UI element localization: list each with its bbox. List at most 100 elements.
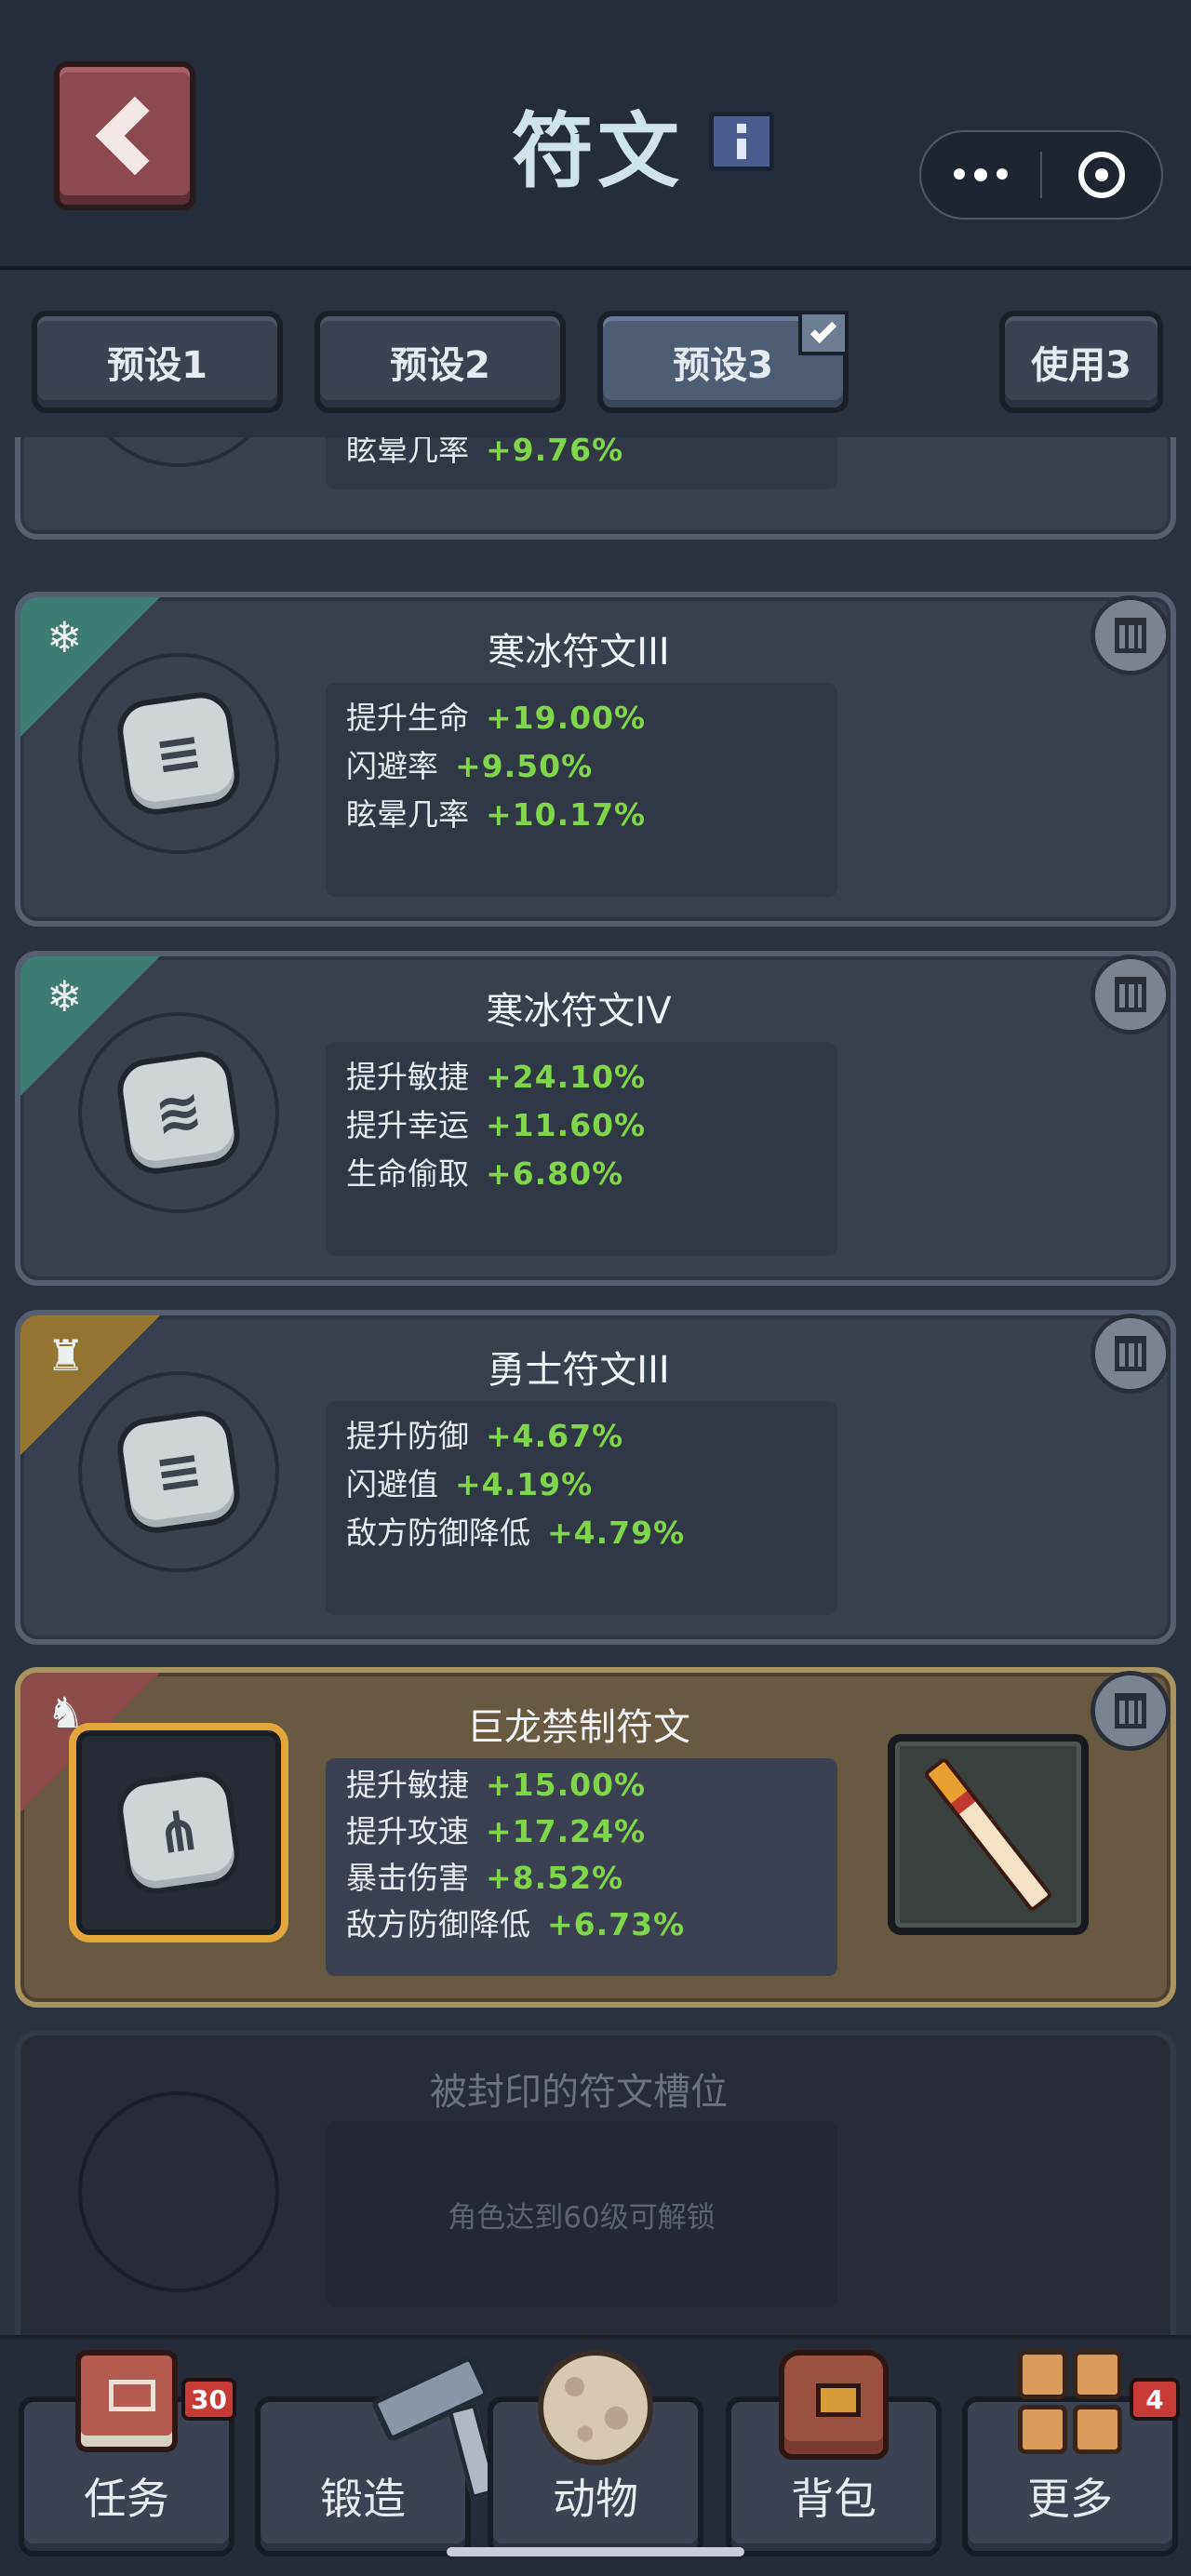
rune-card[interactable]: ❄ ≡ 寒冰符文III 提升生命 +19.00% 闪避率 +9.50% 眩晕几率 +1… — [15, 592, 1176, 927]
stat-row: 闪避率 +9.50% — [346, 742, 817, 791]
snowflake-icon: ❄ — [47, 612, 83, 662]
quest-book-icon — [75, 2350, 178, 2452]
nav-item-forge[interactable]: 锻造 — [255, 2354, 491, 2556]
tab-preset-3[interactable]: 预设3 — [597, 311, 849, 413]
tab-label: 预设3 — [673, 344, 773, 387]
back-button[interactable] — [54, 61, 195, 210]
stat-label: 提升敏捷 — [346, 1767, 469, 1803]
stat-label: 提升幸运 — [346, 1107, 469, 1143]
nav-item-more[interactable]: 4 更多 — [962, 2350, 1180, 2556]
stat-label: 暴击伤害 — [346, 1860, 469, 1896]
snowflake-icon: ❄ — [47, 971, 83, 1021]
stat-label: 敌方防御降低 — [346, 1906, 530, 1942]
trash-button[interactable] — [1091, 1671, 1171, 1751]
stat-row: 提升攻速 +17.24% — [346, 1809, 817, 1855]
tab-preset-2[interactable]: 预设2 — [314, 311, 566, 413]
stat-value: +6.80% — [486, 1155, 624, 1192]
sealed-rune-slot: 被封印的符文槽位 角色达到60级可解锁 — [15, 2030, 1176, 2335]
nav-label: 更多 — [1027, 2474, 1113, 2524]
rune-slot[interactable]: ≡ — [78, 1371, 279, 1572]
chevron-left-icon — [95, 96, 175, 176]
stat-label: 提升生命 — [346, 700, 469, 736]
stat-value: +15.00% — [486, 1767, 647, 1803]
stat-label: 眩晕几率 — [346, 796, 469, 833]
close-target-icon[interactable] — [1042, 152, 1161, 198]
stat-row: 敌方防御降低 +4.79% — [346, 1509, 817, 1557]
nav-item-backpack[interactable]: 背包 — [726, 2350, 942, 2556]
rune-list[interactable]: 眩晕几率 +9.76% ❄ ≡ 寒冰符文III 提升生命 +19.00% 闪避率 +9… — [0, 437, 1191, 2335]
trash-icon — [1115, 618, 1146, 653]
rune-card[interactable]: ♜ ≡ 勇士符文III 提升防御 +4.67% 闪避值 +4.19% 敌方防御降低 +… — [15, 1310, 1176, 1645]
stat-value: +6.73% — [547, 1906, 686, 1942]
notification-badge: 4 — [1130, 2378, 1180, 2421]
stat-value: +11.60% — [486, 1107, 647, 1143]
tab-label: 预设1 — [107, 344, 207, 387]
use-preset-label: 使用3 — [1031, 344, 1131, 387]
notification-badge: 30 — [181, 2378, 236, 2421]
stat-row: 提升敏捷 +24.10% — [346, 1053, 817, 1101]
stat-row: 提升敏捷 +15.00% — [346, 1762, 817, 1809]
trash-button[interactable] — [1091, 595, 1171, 675]
nav-label: 锻造 — [320, 2474, 406, 2524]
rune-stats: 提升防御 +4.67% 闪避值 +4.19% 敌方防御降低 +4.79% — [326, 1401, 837, 1615]
rune-stone-icon: ≋ — [113, 1047, 245, 1179]
unlock-hint-box: 角色达到60级可解锁 — [326, 2121, 837, 2307]
rune-title: 巨龙禁制符文 — [467, 1706, 690, 1749]
stat-label: 闪避值 — [346, 1466, 438, 1502]
tab-preset-1[interactable]: 预设1 — [32, 311, 283, 413]
rune-slot[interactable]: ≡ — [78, 653, 279, 854]
trash-button[interactable] — [1091, 954, 1171, 1034]
more-options-icon[interactable] — [921, 168, 1040, 181]
trash-icon — [1115, 1693, 1146, 1728]
tab-label: 预设2 — [390, 344, 490, 387]
trash-icon — [1115, 977, 1146, 1012]
use-preset-button[interactable]: 使用3 — [999, 311, 1163, 413]
stat-value: +9.50% — [455, 748, 594, 784]
rune-stone-icon: ≡ — [113, 687, 245, 820]
stat-value: +9.76% — [486, 437, 624, 468]
stat-label: 生命偷取 — [346, 1155, 469, 1192]
stat-value: +10.17% — [486, 796, 647, 833]
unlock-hint: 角色达到60级可解锁 — [448, 2200, 716, 2235]
rune-stats: 提升敏捷 +15.00% 提升攻速 +17.24% 暴击伤害 +8.52% 敌方防御降… — [326, 1758, 837, 1976]
info-icon[interactable] — [709, 112, 774, 171]
stat-row: 敌方防御降低 +6.73% — [346, 1902, 817, 1948]
stat-value: +8.52% — [486, 1860, 624, 1896]
stat-row: 提升幸运 +11.60% — [346, 1101, 817, 1150]
rune-card[interactable]: ❄ ≋ 寒冰符文IV 提升敏捷 +24.10% 提升幸运 +11.60% 生命偷取 +… — [15, 951, 1176, 1286]
stat-label: 提升攻速 — [346, 1813, 469, 1849]
stat-value: +4.67% — [486, 1418, 624, 1454]
sealed-slot-title: 被封印的符文槽位 — [430, 2071, 728, 2114]
rune-slot — [78, 437, 279, 467]
stat-row: 提升生命 +19.00% — [346, 694, 817, 742]
page-title: 符文 — [512, 103, 684, 199]
rune-stats: 提升敏捷 +24.10% 提升幸运 +11.60% 生命偷取 +6.80% — [326, 1042, 837, 1256]
stat-label: 眩晕几率 — [346, 437, 469, 468]
rune-card-equipped[interactable]: ♞ ⋔ 巨龙禁制符文 提升敏捷 +15.00% 提升攻速 +17.24% 暴击伤害 +… — [15, 1667, 1176, 2008]
stat-value: +19.00% — [486, 700, 647, 736]
trash-button[interactable] — [1091, 1314, 1171, 1394]
rune-stats: 提升生命 +19.00% 闪避率 +9.50% 眩晕几率 +10.17% — [326, 683, 837, 897]
stat-label: 提升防御 — [346, 1418, 469, 1454]
trash-icon — [1115, 1336, 1146, 1371]
stat-row: 提升防御 +4.67% — [346, 1412, 817, 1461]
rune-slot[interactable]: ≋ — [78, 1012, 279, 1213]
stat-row: 闪避值 +4.19% — [346, 1461, 817, 1509]
equipped-item-slot[interactable] — [888, 1734, 1089, 1935]
backpack-icon — [779, 2350, 889, 2460]
stat-row: 眩晕几率 +10.17% — [346, 791, 817, 839]
stat-row: 暴击伤害 +8.52% — [346, 1855, 817, 1902]
rune-slot-selected[interactable]: ⋔ — [69, 1723, 288, 1942]
nav-item-quests[interactable]: 30 任务 — [19, 2350, 236, 2556]
checkmark-icon — [798, 311, 849, 355]
stat-label: 敌方防御降低 — [346, 1515, 530, 1551]
nav-item-animals[interactable]: 动物 — [488, 2350, 703, 2556]
stat-row: 眩晕几率 +9.76% — [346, 437, 817, 474]
sword-icon — [922, 1755, 1054, 1914]
empty-slot-ring — [78, 2091, 279, 2292]
rune-card-partial: 眩晕几率 +9.76% — [15, 437, 1176, 540]
preset-tabs: 预设1 预设2 预设3 使用3 — [0, 274, 1191, 437]
rune-title: 寒冰符文III — [488, 631, 670, 674]
nav-label: 动物 — [553, 2474, 638, 2524]
rune-stats: 眩晕几率 +9.76% — [326, 437, 837, 489]
